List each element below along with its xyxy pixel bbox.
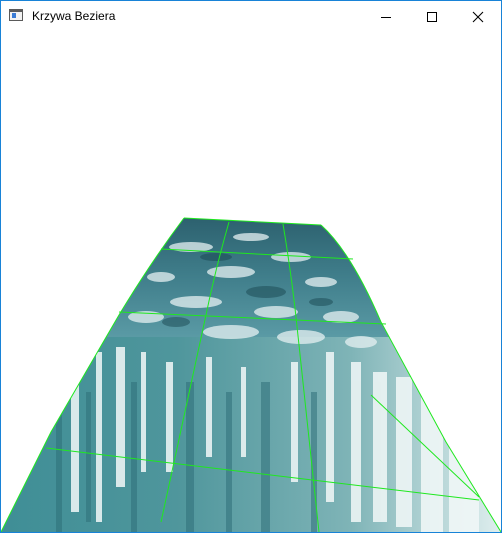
window-title: Krzywa Beziera (32, 9, 116, 23)
minimize-icon (381, 16, 391, 18)
bezier-surface-render (1, 217, 501, 532)
app-window: Krzywa Beziera (0, 0, 502, 533)
title-bar[interactable]: Krzywa Beziera (1, 1, 501, 32)
gl-viewport[interactable] (1, 32, 501, 532)
maximize-icon (427, 11, 437, 22)
close-button[interactable] (455, 1, 501, 32)
maximize-button[interactable] (409, 1, 455, 32)
water-texture (1, 218, 501, 532)
app-window-icon (9, 9, 23, 21)
minimize-button[interactable] (363, 1, 409, 32)
close-icon (472, 11, 484, 22)
